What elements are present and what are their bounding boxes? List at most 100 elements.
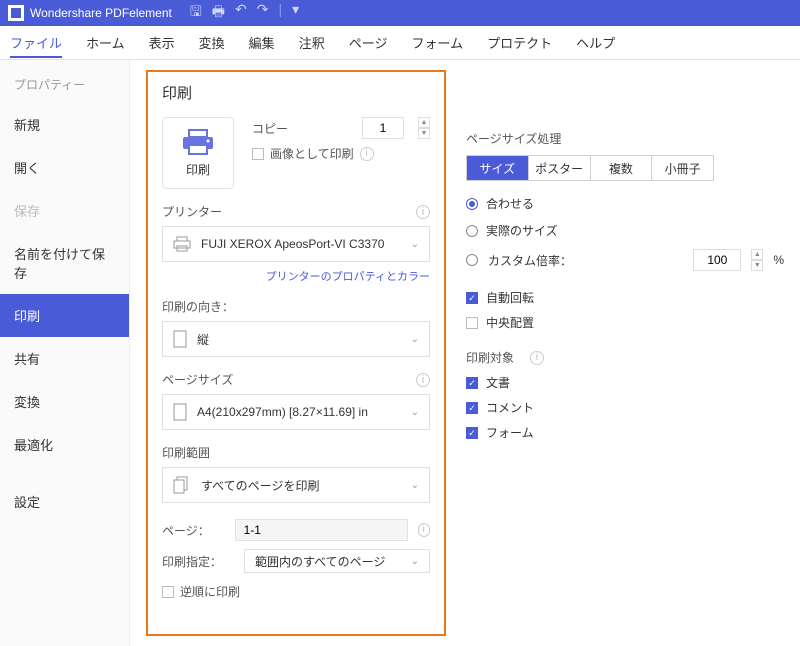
menu-convert[interactable]: 変換 bbox=[199, 27, 225, 58]
radio-custom[interactable]: カスタム倍率： ▲ ▼ % bbox=[466, 249, 784, 271]
checkbox-checked-icon: ✓ bbox=[466, 402, 478, 414]
pagesize-value: A4(210x297mm) [8.27×11.69] in bbox=[197, 405, 368, 419]
chevron-down-icon: ⌄ bbox=[411, 556, 419, 567]
chevron-down-icon: ⌄ bbox=[411, 239, 419, 250]
printer-icon bbox=[181, 129, 215, 155]
sidebar-item-new[interactable]: 新規 bbox=[0, 103, 129, 146]
sidebar-header: プロパティー bbox=[0, 66, 129, 103]
spinner-up-icon[interactable]: ▲ bbox=[751, 249, 763, 260]
radio-actual[interactable]: 実際のサイズ bbox=[466, 222, 784, 239]
menu-home[interactable]: ホーム bbox=[86, 27, 125, 58]
spinner-up-icon[interactable]: ▲ bbox=[418, 117, 430, 128]
copies-input[interactable] bbox=[362, 117, 404, 139]
radio-icon bbox=[466, 225, 478, 237]
orient-value: 縦 bbox=[197, 331, 209, 348]
menu-help[interactable]: ヘルプ bbox=[576, 27, 615, 58]
auto-rotate-checkbox[interactable]: ✓ 自動回転 bbox=[466, 289, 784, 306]
percent-label: % bbox=[773, 253, 784, 267]
center-checkbox[interactable]: 中央配置 bbox=[466, 314, 784, 331]
printer-label: プリンター bbox=[162, 203, 222, 220]
info-icon[interactable]: i bbox=[418, 523, 430, 537]
orient-label: 印刷の向き： bbox=[162, 298, 234, 315]
sidebar: プロパティー 新規 開く 保存 名前を付けて保存 印刷 共有 変換 最適化 設定 bbox=[0, 60, 130, 646]
copy-label: コピー bbox=[252, 120, 288, 137]
target-comment-checkbox[interactable]: ✓ コメント bbox=[466, 399, 784, 416]
menu-view[interactable]: 表示 bbox=[149, 27, 175, 58]
print-icon[interactable]: 🖶 bbox=[212, 1, 225, 25]
chevron-down-icon: ⌄ bbox=[411, 334, 419, 345]
auto-rotate-label: 自動回転 bbox=[486, 289, 534, 306]
checkbox-checked-icon: ✓ bbox=[466, 427, 478, 439]
radio-fit[interactable]: 合わせる bbox=[466, 195, 784, 212]
target-label: 印刷対象 bbox=[466, 349, 514, 366]
menu-file[interactable]: ファイル bbox=[10, 27, 62, 58]
scale-spinner[interactable]: ▲ ▼ bbox=[751, 249, 763, 271]
info-icon[interactable]: i bbox=[530, 351, 544, 365]
image-print-checkbox[interactable] bbox=[252, 148, 264, 160]
reverse-checkbox[interactable] bbox=[162, 586, 174, 598]
image-print-label: 画像として印刷 bbox=[270, 145, 354, 162]
checkbox-checked-icon: ✓ bbox=[466, 292, 478, 304]
spinner-down-icon[interactable]: ▼ bbox=[751, 260, 763, 271]
dropdown-icon[interactable]: ▾ bbox=[292, 1, 299, 25]
target-form-checkbox[interactable]: ✓ フォーム bbox=[466, 424, 784, 441]
target-form-label: フォーム bbox=[486, 424, 534, 441]
radio-icon bbox=[466, 254, 478, 266]
menu-form[interactable]: フォーム bbox=[411, 27, 463, 58]
save-icon[interactable]: 🖫 bbox=[190, 1, 202, 25]
menu-annotate[interactable]: 注釈 bbox=[299, 27, 325, 58]
page-icon bbox=[173, 403, 187, 421]
info-icon[interactable]: i bbox=[416, 373, 430, 387]
printer-properties-link[interactable]: プリンターのプロパティとカラー bbox=[162, 268, 430, 284]
orientation-select[interactable]: 縦 ⌄ bbox=[162, 321, 430, 357]
spec-select[interactable]: 範囲内のすべてのページ ⌄ bbox=[244, 549, 430, 573]
range-select[interactable]: すべてのページを印刷 ⌄ bbox=[162, 467, 430, 503]
sidebar-item-print[interactable]: 印刷 bbox=[0, 294, 129, 337]
chevron-down-icon: ⌄ bbox=[411, 407, 419, 418]
title-bar: Wondershare PDFelement 🖫 🖶 ↶ ↷ | ▾ bbox=[0, 0, 800, 26]
sidebar-item-settings[interactable]: 設定 bbox=[0, 480, 129, 523]
pagesize-select[interactable]: A4(210x297mm) [8.27×11.69] in ⌄ bbox=[162, 394, 430, 430]
redo-icon[interactable]: ↷ bbox=[257, 1, 269, 25]
reverse-label: 逆順に印刷 bbox=[180, 583, 240, 600]
target-doc-checkbox[interactable]: ✓ 文書 bbox=[466, 374, 784, 391]
page-size-handling: ページサイズ処理 サイズ ポスター 複数 小冊子 合わせる 実際のサイズ カスタ… bbox=[466, 70, 784, 636]
sidebar-item-save[interactable]: 保存 bbox=[0, 189, 129, 232]
info-icon[interactable]: i bbox=[360, 147, 374, 161]
pages-icon bbox=[173, 476, 191, 494]
menu-edit[interactable]: 編集 bbox=[249, 27, 275, 58]
printer-small-icon bbox=[173, 236, 191, 252]
titlebar-tools: 🖫 🖶 ↶ ↷ | ▾ bbox=[190, 1, 299, 25]
range-label: 印刷範囲 bbox=[162, 444, 210, 461]
spinner-down-icon[interactable]: ▼ bbox=[418, 128, 430, 139]
sidebar-item-share[interactable]: 共有 bbox=[0, 337, 129, 380]
page-input[interactable] bbox=[235, 519, 408, 541]
info-icon[interactable]: i bbox=[416, 205, 430, 219]
spec-label: 印刷指定： bbox=[162, 553, 234, 570]
tab-size[interactable]: サイズ bbox=[467, 156, 529, 180]
undo-icon[interactable]: ↶ bbox=[235, 1, 247, 25]
print-button[interactable]: 印刷 bbox=[162, 117, 234, 189]
printer-select[interactable]: FUJI XEROX ApeosPort-VI C3370 ⌄ bbox=[162, 226, 430, 262]
custom-label: カスタム倍率： bbox=[488, 252, 572, 269]
actual-label: 実際のサイズ bbox=[486, 222, 558, 239]
sidebar-item-open[interactable]: 開く bbox=[0, 146, 129, 189]
tab-booklet[interactable]: 小冊子 bbox=[652, 156, 713, 180]
scale-input[interactable] bbox=[693, 249, 741, 271]
sidebar-item-saveas[interactable]: 名前を付けて保存 bbox=[0, 232, 129, 294]
app-logo-icon bbox=[8, 5, 24, 21]
app-title: Wondershare PDFelement bbox=[30, 6, 172, 20]
spec-value: 範囲内のすべてのページ bbox=[255, 553, 385, 570]
copies-spinner[interactable]: ▲ ▼ bbox=[418, 117, 430, 139]
center-label: 中央配置 bbox=[486, 314, 534, 331]
menu-protect[interactable]: プロテクト bbox=[487, 27, 552, 58]
sidebar-item-optimize[interactable]: 最適化 bbox=[0, 423, 129, 466]
pagesize-label: ページサイズ bbox=[162, 371, 233, 388]
target-comment-label: コメント bbox=[486, 399, 534, 416]
fit-label: 合わせる bbox=[486, 195, 534, 212]
sidebar-item-convert[interactable]: 変換 bbox=[0, 380, 129, 423]
menu-page[interactable]: ページ bbox=[349, 27, 388, 58]
tab-poster[interactable]: ポスター bbox=[529, 156, 591, 180]
tab-multiple[interactable]: 複数 bbox=[591, 156, 653, 180]
printer-value: FUJI XEROX ApeosPort-VI C3370 bbox=[201, 237, 384, 251]
